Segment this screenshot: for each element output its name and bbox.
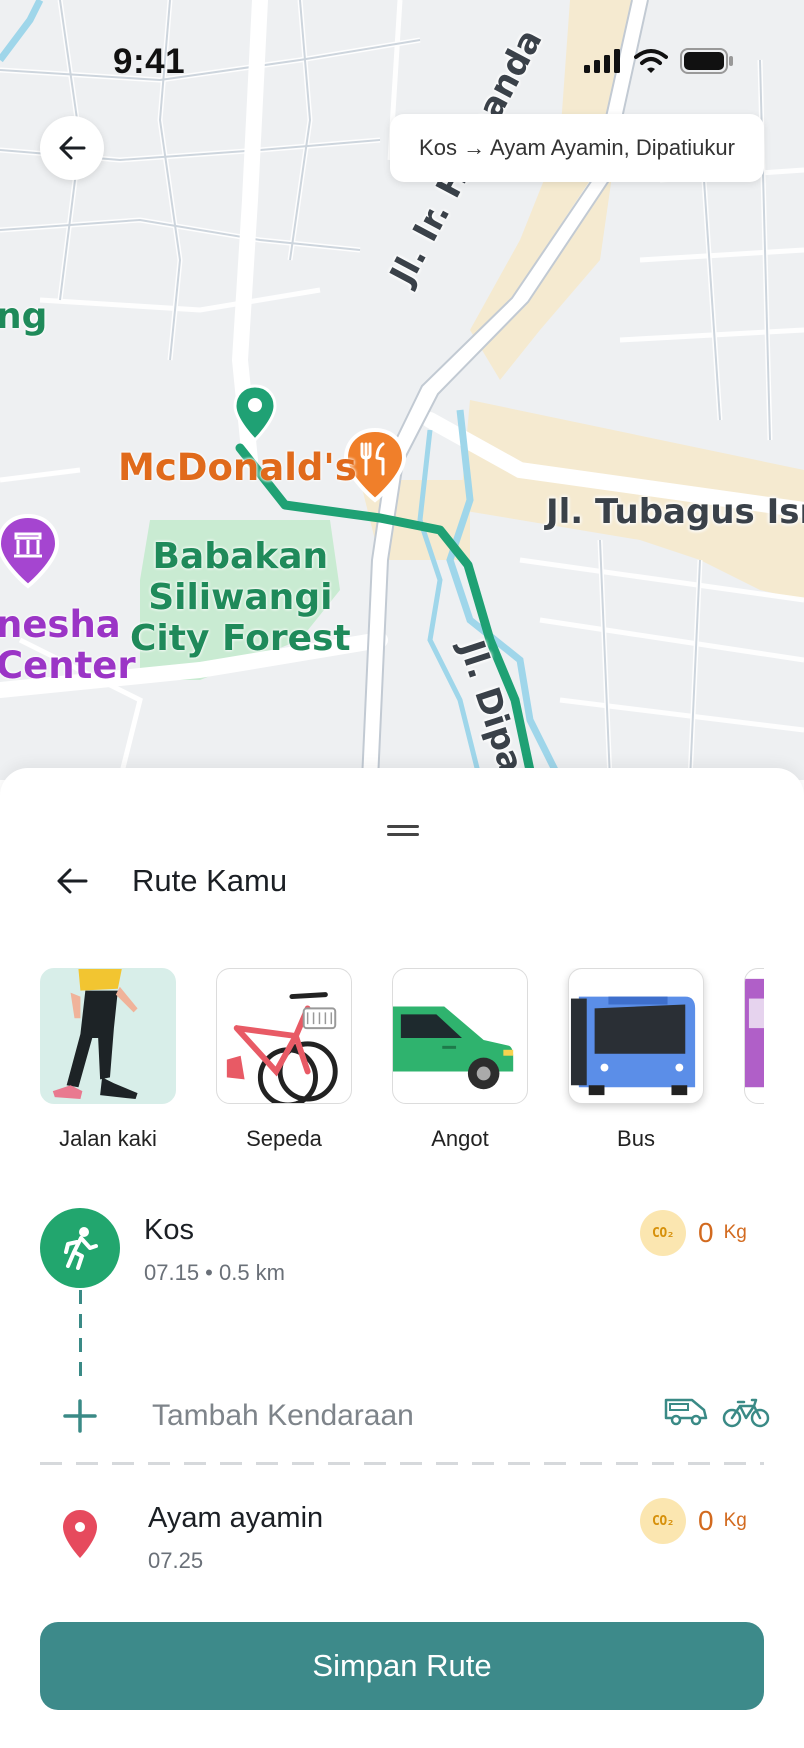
bottom-sheet: Rute Kamu Jalan kaki Sepeda Angot Bus Ko…: [0, 768, 804, 1748]
origin-meta: 07.15 • 0.5 km: [144, 1260, 286, 1285]
walking-step-icon: [40, 1208, 120, 1288]
mode-angkot[interactable]: Angot: [392, 968, 528, 1152]
co2-icon: CO₂: [640, 1498, 686, 1544]
timeline-connector: [79, 1290, 82, 1378]
destination-co2-value: 0: [698, 1505, 714, 1536]
map-label-forest: Babakan Siliwangi City Forest: [130, 536, 351, 659]
landmark-marker-icon[interactable]: [0, 514, 60, 590]
wifi-icon: [634, 49, 668, 73]
van-icon[interactable]: [664, 1396, 708, 1426]
map-label-ganesha-line1: nesha: [0, 603, 121, 646]
route-start-pin: [233, 384, 277, 442]
transport-mode-list[interactable]: Jalan kaki Sepeda Angot Bus: [40, 968, 764, 1168]
mode-bus[interactable]: Bus: [568, 968, 704, 1152]
map-label-mcdonalds: McDonald's: [118, 446, 357, 489]
map-label-forest-line1: Babakan: [152, 536, 329, 577]
destination-pin-icon: [60, 1508, 100, 1560]
status-icons: [584, 48, 734, 74]
route-summary-pill[interactable]: Kos → Ayam Ayamin, Dipatiukur: [390, 114, 764, 182]
drag-handle[interactable]: [387, 825, 419, 839]
battery-icon: [680, 48, 733, 74]
map-label-forest-line2: Siliwangi: [148, 577, 333, 618]
bicycle-icon[interactable]: [722, 1396, 770, 1428]
plus-icon: [60, 1396, 100, 1436]
mode-label: Jalan kaki: [59, 1126, 157, 1151]
mode-label: Sepeda: [246, 1126, 322, 1151]
save-route-button[interactable]: Simpan Rute: [40, 1622, 764, 1710]
bus-illustration: [568, 968, 704, 1104]
origin-co2-unit: Kg: [723, 1222, 747, 1243]
origin-name: Kos: [144, 1214, 194, 1246]
destination-name: Ayam ayamin: [148, 1502, 324, 1534]
sheet-back-button[interactable]: [52, 861, 92, 901]
arrow-left-icon: [57, 868, 88, 894]
map-back-button[interactable]: [40, 116, 104, 180]
destination-co2-unit: Kg: [723, 1510, 747, 1531]
add-vehicle-label: Tambah Kendaraan: [152, 1399, 414, 1432]
status-time: 9:41: [113, 42, 186, 81]
map-label-forest-line3: City Forest: [130, 618, 351, 659]
origin-co2: CO₂ 0 Kg: [640, 1210, 747, 1256]
mode-train[interactable]: [744, 968, 764, 1126]
train-illustration: [744, 968, 764, 1104]
add-vehicle-button[interactable]: Tambah Kendaraan: [60, 1386, 770, 1446]
dashed-divider: [40, 1462, 764, 1465]
cellular-signal-icon: [584, 49, 620, 73]
bicycle-illustration: [216, 968, 352, 1104]
map-label-road-tubagus: Jl. Tubagus Ism: [546, 492, 804, 532]
arrow-left-icon: [59, 136, 86, 160]
destination-co2: CO₂ 0 Kg: [640, 1498, 747, 1544]
mode-bicycle[interactable]: Sepeda: [216, 968, 352, 1152]
co2-icon: CO₂: [640, 1210, 686, 1256]
map-label-partial: ng: [0, 296, 48, 337]
add-vehicle-icons: [664, 1396, 770, 1428]
walking-person-illustration: [40, 968, 176, 1104]
mode-label: Angot: [431, 1126, 489, 1151]
mode-label: Bus: [617, 1126, 655, 1151]
map-label-ganesha: nesha Center: [0, 604, 136, 686]
origin-co2-value: 0: [698, 1217, 714, 1248]
mode-walk[interactable]: Jalan kaki: [40, 968, 176, 1152]
sheet-header: Rute Kamu: [52, 856, 287, 906]
destination-meta: 07.25: [148, 1548, 204, 1573]
angkot-minivan-illustration: [392, 968, 528, 1104]
map-label-ganesha-line2: Center: [0, 644, 136, 687]
sheet-title: Rute Kamu: [132, 863, 288, 898]
